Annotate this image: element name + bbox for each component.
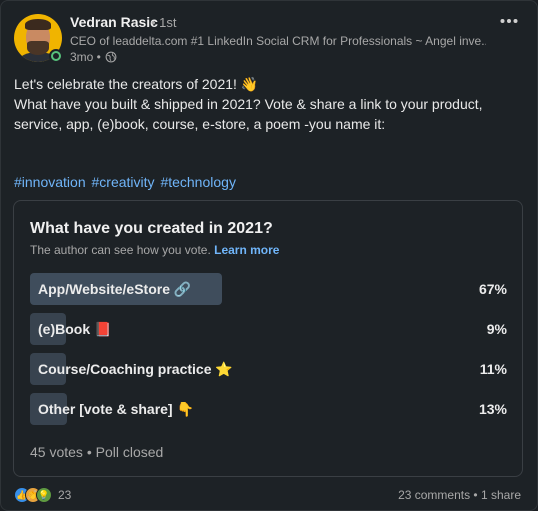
ellipsis-icon bbox=[500, 19, 518, 23]
reaction-icons: 👍 👏 💡 bbox=[14, 487, 54, 503]
connection-degree: • 1st bbox=[151, 15, 177, 30]
post-meta: 3mo • bbox=[70, 50, 117, 64]
more-options-button[interactable] bbox=[497, 9, 521, 33]
insightful-icon: 💡 bbox=[36, 487, 52, 503]
poll-visibility-text: The author can see how you vote. bbox=[30, 243, 211, 257]
author-headline: CEO of leaddelta.com #1 LinkedIn Social … bbox=[70, 34, 486, 48]
poll-option-label: Other [vote & share] 👇 bbox=[38, 401, 194, 417]
globe-icon bbox=[105, 51, 117, 63]
poll-option-percent: 9% bbox=[486, 321, 507, 337]
reaction-count: 23 bbox=[58, 488, 72, 502]
poll: What have you created in 2021? The autho… bbox=[13, 200, 523, 477]
poll-option-percent: 67% bbox=[478, 281, 507, 297]
comments-shares[interactable]: 23 comments • 1 share bbox=[398, 488, 521, 502]
post-text-line: What have you built & shipped in 2021? V… bbox=[14, 96, 483, 132]
poll-option: (e)Book 📕 9% bbox=[30, 313, 507, 345]
poll-visibility-note: The author can see how you vote. Learn m… bbox=[30, 243, 279, 257]
online-status-icon bbox=[49, 49, 63, 63]
hashtag-link[interactable]: #creativity bbox=[92, 174, 155, 190]
hashtag-link[interactable]: #technology bbox=[160, 174, 236, 190]
poll-option: App/Website/eStore 🔗 67% bbox=[30, 273, 507, 305]
hashtag-link[interactable]: #innovation bbox=[14, 174, 86, 190]
poll-option: Course/Coaching practice ⭐ 11% bbox=[30, 353, 507, 385]
reactions-summary[interactable]: 👍 👏 💡 23 bbox=[14, 487, 71, 503]
poll-option-label: (e)Book 📕 bbox=[38, 321, 112, 337]
poll-option: Other [vote & share] 👇 13% bbox=[30, 393, 507, 425]
poll-footer: 45 votes • Poll closed bbox=[30, 444, 164, 460]
post-text: Let's celebrate the creators of 2021! 👋 … bbox=[14, 74, 519, 134]
post-time: 3mo • bbox=[70, 50, 101, 64]
learn-more-link[interactable]: Learn more bbox=[214, 243, 279, 257]
poll-question: What have you created in 2021? bbox=[30, 220, 273, 237]
author-name[interactable]: Vedran Rasic bbox=[70, 14, 158, 30]
feed-post-card: Vedran Rasic • 1st CEO of leaddelta.com … bbox=[0, 0, 538, 511]
poll-option-percent: 11% bbox=[479, 361, 507, 377]
poll-option-percent: 13% bbox=[478, 401, 507, 417]
hashtags: #innovation #creativity #technology bbox=[14, 174, 238, 190]
post-text-line: Let's celebrate the creators of 2021! 👋 bbox=[14, 76, 259, 92]
poll-option-label: App/Website/eStore 🔗 bbox=[38, 281, 192, 297]
poll-option-label: Course/Coaching practice ⭐ bbox=[38, 361, 233, 377]
